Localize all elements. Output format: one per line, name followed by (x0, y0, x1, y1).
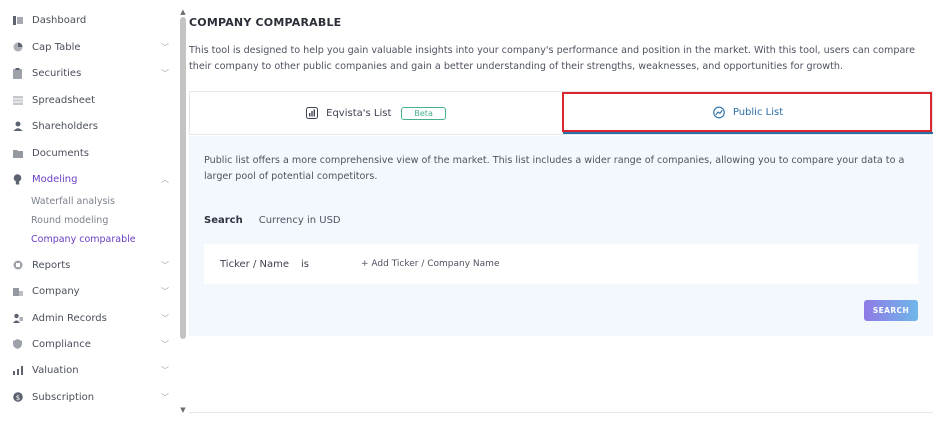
sidebar-item-cap-table[interactable]: Cap Table ﹀ (12, 38, 172, 56)
bar-chart-icon (306, 107, 319, 119)
scrollbar-thumb[interactable] (180, 17, 186, 339)
reports-icon (12, 260, 23, 271)
panel-description: Public list offers a more comprehensive … (204, 155, 905, 182)
sidebar-item-label: Modeling (32, 173, 78, 185)
sidebar-subitem-company-comparable[interactable]: Company comparable (31, 234, 136, 245)
dashboard-icon (12, 15, 23, 26)
sidebar-item-modeling[interactable]: Modeling ︿ (12, 170, 172, 188)
sidebar-item-label: Compliance (32, 338, 91, 350)
folder-icon (12, 148, 23, 159)
chevron-down-icon: ﹀ (161, 286, 169, 296)
sidebar-item-subscription[interactable]: $ Subscription ﹀ (12, 388, 172, 406)
sidebar-item-reports[interactable]: Reports ﹀ (12, 256, 172, 274)
chevron-down-icon: ﹀ (161, 68, 169, 78)
sidebar-item-label: Reports (32, 259, 71, 271)
chevron-up-icon: ︿ (161, 174, 169, 184)
sidebar-item-compliance[interactable]: Compliance ﹀ (12, 335, 172, 353)
sidebar-item-shareholders[interactable]: Shareholders (12, 117, 172, 135)
pie-chart-icon (12, 42, 23, 53)
sidebar-item-valuation[interactable]: Valuation ﹀ (12, 361, 172, 379)
lightbulb-icon (12, 173, 23, 185)
spreadsheet-icon (12, 95, 23, 106)
sidebar-item-label: Cap Table (32, 41, 81, 53)
sidebar-item-company[interactable]: Company ﹀ (12, 282, 172, 300)
sidebar-item-dashboard[interactable]: Dashboard (12, 11, 172, 29)
sidebar-item-label: Spreadsheet (32, 94, 95, 106)
search-label: Search (204, 215, 243, 226)
dollar-icon: $ (12, 392, 23, 403)
clipboard-icon (12, 67, 23, 79)
chevron-down-icon: ﹀ (161, 42, 169, 52)
chevron-down-icon: ﹀ (161, 313, 169, 323)
tab-label: Public List (732, 106, 784, 118)
sidebar-item-label: Securities (32, 67, 82, 79)
sidebar-item-label: Company (32, 285, 80, 297)
scroll-down-arrow-icon[interactable]: ▼ (179, 407, 187, 414)
search-header: Search Currency in USD (204, 215, 341, 226)
sidebar-item-securities[interactable]: Securities ﹀ (12, 64, 172, 82)
chevron-down-icon: ﹀ (161, 392, 169, 402)
sidebar-subitem-round-modeling[interactable]: Round modeling (31, 215, 108, 226)
chevron-down-icon: ﹀ (161, 365, 169, 375)
sidebar-item-label: Valuation (32, 364, 79, 376)
chevron-down-icon: ﹀ (161, 339, 169, 349)
tab-public-list[interactable]: Public List (563, 92, 933, 134)
valuation-icon (12, 365, 23, 376)
search-button[interactable]: SEARCH (864, 300, 918, 321)
globe-chart-icon (713, 106, 725, 118)
public-list-panel: Public list offers a more comprehensive … (189, 136, 933, 336)
tab-eqvista-list[interactable]: Eqvista's List Beta (190, 92, 562, 134)
svg-text:$: $ (15, 394, 19, 402)
content-divider (189, 412, 933, 413)
filter-row: Ticker / Name is + Add Ticker / Company … (204, 244, 918, 284)
sidebar: Dashboard Cap Table ﹀ Securities ﹀ Sprea… (0, 0, 178, 426)
sidebar-item-admin-records[interactable]: Admin Records ﹀ (12, 309, 172, 327)
building-icon (12, 286, 23, 297)
person-icon (12, 121, 23, 132)
sidebar-item-label: Dashboard (32, 14, 87, 26)
sidebar-item-label: Subscription (32, 391, 95, 403)
scroll-up-arrow-icon[interactable]: ▲ (179, 9, 187, 16)
filter-field-label: Ticker / Name (220, 258, 290, 270)
main-content: COMPANY COMPARABLE This tool is designed… (189, 0, 936, 426)
sidebar-subitem-waterfall-analysis[interactable]: Waterfall analysis (31, 196, 115, 207)
sidebar-item-label: Admin Records (32, 312, 107, 324)
sidebar-item-label: Shareholders (32, 120, 98, 132)
currency-label: Currency in USD (258, 215, 341, 226)
tab-bar: Eqvista's List Beta Public List (189, 91, 933, 135)
add-ticker-button[interactable]: + Add Ticker / Company Name (361, 259, 499, 269)
admin-records-icon (12, 313, 23, 324)
page-intro-text: This tool is designed to help you gain v… (189, 45, 915, 72)
tab-label: Eqvista's List (326, 107, 392, 119)
page-title: COMPANY COMPARABLE (189, 16, 342, 29)
beta-badge: Beta (401, 106, 446, 120)
filter-operator: is (301, 258, 310, 270)
chevron-down-icon: ﹀ (161, 260, 169, 270)
sidebar-item-documents[interactable]: Documents (12, 144, 172, 162)
sidebar-item-spreadsheet[interactable]: Spreadsheet (12, 91, 172, 109)
sidebar-item-label: Documents (32, 147, 90, 159)
shield-icon (12, 339, 23, 350)
